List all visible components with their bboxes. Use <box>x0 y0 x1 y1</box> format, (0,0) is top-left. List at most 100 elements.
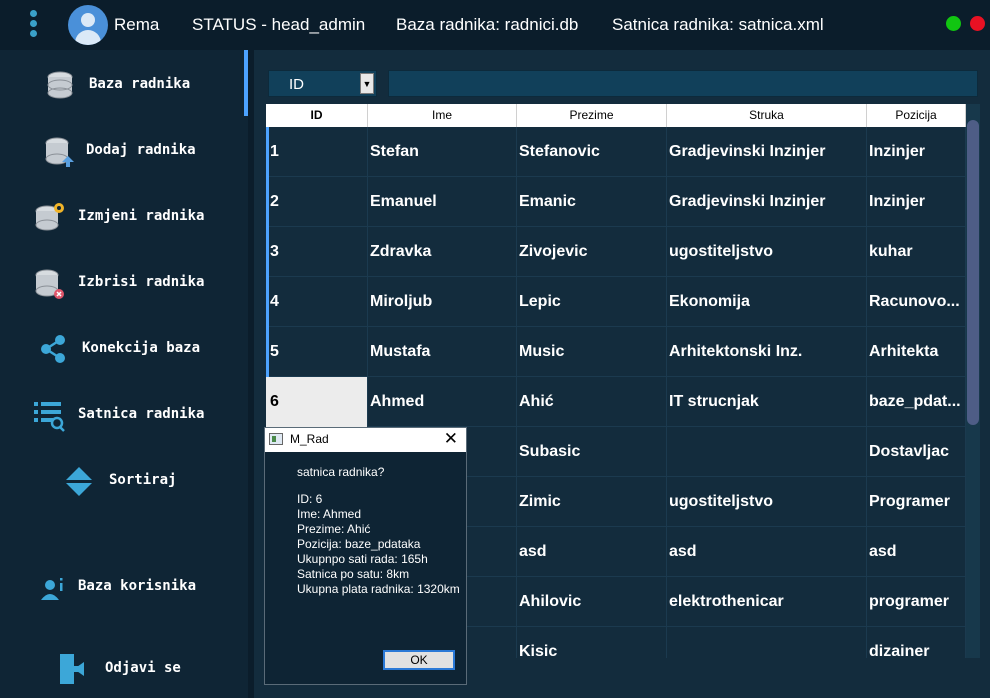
dialog-line: Prezime: Ahić <box>297 522 371 536</box>
column-header[interactable]: ID <box>266 104 368 127</box>
table-cell[interactable]: 1 <box>266 127 368 177</box>
database-add-icon <box>45 137 74 167</box>
table-cell[interactable]: 5 <box>266 327 368 377</box>
table-cell[interactable]: Subasic <box>517 427 667 477</box>
scrollbar-thumb[interactable] <box>967 120 979 425</box>
maximize-button[interactable] <box>946 16 961 31</box>
dialog-line: ID: 6 <box>297 492 323 506</box>
dialog-line: Satnica po satu: 8km <box>297 567 410 581</box>
table-cell[interactable]: elektrothenicar <box>667 577 867 627</box>
sidebar-item-label: Izmjeni radnika <box>78 208 205 224</box>
search-field-value: ID <box>289 76 304 93</box>
close-icon[interactable]: ✕ <box>444 429 458 449</box>
table-cell[interactable]: Ahmed <box>368 377 517 427</box>
table-cell[interactable]: 4 <box>266 277 368 327</box>
sidebar-item-satnica-radnika[interactable]: Satnica radnika <box>0 390 248 440</box>
table-cell[interactable]: kuhar <box>867 227 966 277</box>
column-header[interactable]: Prezime <box>517 104 667 127</box>
sidebar-item-sortiraj[interactable]: Sortiraj <box>0 456 248 506</box>
top-bar: Rema STATUS - head_admin Baza radnika: r… <box>0 0 990 50</box>
list-search-icon <box>34 402 65 432</box>
dialog-line: Ukupnpo sati rada: 165h <box>297 552 428 566</box>
table-cell[interactable]: Music <box>517 327 667 377</box>
dialog-line: Ukupna plata radnika: 1320km <box>297 582 460 596</box>
search-input[interactable] <box>388 70 978 97</box>
avatar[interactable] <box>68 5 108 45</box>
table-cell[interactable]: asd <box>867 527 966 577</box>
table-cell[interactable]: Zimic <box>517 477 667 527</box>
table-cell[interactable]: Mustafa <box>368 327 517 377</box>
user-name: Rema <box>114 15 160 34</box>
table-cell[interactable]: Inzinjer <box>867 177 966 227</box>
sidebar-item-odjavi-se[interactable]: Odjavi se <box>0 644 248 694</box>
app-icon <box>269 433 283 445</box>
table-row[interactable]: 6 Ahmed Ahić IT strucnjak baze_pdat... <box>266 377 966 427</box>
sidebar-item-label: Baza korisnika <box>78 578 197 594</box>
database-label: Baza radnika: radnici.db <box>396 15 579 34</box>
table-row[interactable]: 2 Emanuel Emanic Gradjevinski Inzinjer Inzin… <box>266 177 966 227</box>
table-cell[interactable]: baze_pdat... <box>867 377 966 427</box>
sidebar-item-izbrisi-radnika[interactable]: Izbrisi radnika <box>0 258 248 308</box>
column-header[interactable]: Pozicija <box>867 104 966 127</box>
table-cell[interactable]: Gradjevinski Inzinjer <box>667 177 867 227</box>
dialog-question: satnica radnika? <box>297 465 385 479</box>
table-cell[interactable]: Arhitekta <box>867 327 966 377</box>
table-cell[interactable]: Zivojevic <box>517 227 667 277</box>
share-icon <box>41 335 65 363</box>
table-cell[interactable]: 3 <box>266 227 368 277</box>
table-cell[interactable]: Ahić <box>517 377 667 427</box>
sort-icon <box>66 467 92 496</box>
close-button[interactable] <box>970 16 985 31</box>
database-icon <box>47 71 73 99</box>
search-field-select[interactable]: ID ▼ <box>268 70 377 97</box>
table-cell[interactable]: Miroljub <box>368 277 517 327</box>
dialog-line: Ime: Ahmed <box>297 507 362 521</box>
table-cell[interactable]: Inzinjer <box>867 127 966 177</box>
table-row[interactable]: 5 Mustafa Music Arhitektonski Inz. Arhitekta <box>266 327 966 377</box>
table-cell[interactable]: Gradjevinski Inzinjer <box>667 127 867 177</box>
table-cell[interactable]: Ekonomija <box>667 277 867 327</box>
sidebar-item-izmjeni-radnika[interactable]: Izmjeni radnika <box>0 192 248 242</box>
sidebar-item-baza-radnika[interactable]: Baza radnika <box>0 60 248 110</box>
table-cell[interactable]: Programer <box>867 477 966 527</box>
table-cell[interactable]: ugostiteljstvo <box>667 477 867 527</box>
table-cell[interactable]: 6 <box>266 377 368 427</box>
table-cell[interactable]: asd <box>667 527 867 577</box>
table-cell[interactable]: Dostavljac <box>867 427 966 477</box>
table-cell[interactable]: Zdravka <box>368 227 517 277</box>
chevron-down-icon[interactable]: ▼ <box>360 73 374 94</box>
table-cell[interactable]: programer <box>867 577 966 627</box>
dialog-line: Pozicija: baze_pdataka <box>297 537 421 551</box>
sidebar-item-konekcija-baza[interactable]: Konekcija baza <box>0 324 248 374</box>
table-cell[interactable]: Stefanovic <box>517 127 667 177</box>
table-row[interactable]: 4 Miroljub Lepic Ekonomija Racunovo... <box>266 277 966 327</box>
sidebar-item-label: Sortiraj <box>109 472 177 488</box>
info-dialog: M_Rad ✕ satnica radnika? ID: 6 Ime: Ahme… <box>264 427 467 685</box>
sidebar-item-dodaj-radnika[interactable]: Dodaj radnika <box>0 126 248 176</box>
table-cell[interactable]: dizainer <box>867 627 966 658</box>
table-cell[interactable] <box>667 627 867 658</box>
satnica-label: Satnica radnika: satnica.xml <box>612 15 824 34</box>
menu-icon[interactable] <box>27 10 39 40</box>
column-header[interactable]: Ime <box>368 104 517 127</box>
dialog-title: M_Rad <box>290 432 329 446</box>
table-cell[interactable]: Kisic <box>517 627 667 658</box>
table-row[interactable]: 3 Zdravka Zivojevic ugostiteljstvo kuhar <box>266 227 966 277</box>
table-cell[interactable] <box>667 427 867 477</box>
dialog-title-bar[interactable]: M_Rad ✕ <box>265 428 466 452</box>
table-cell[interactable]: Stefan <box>368 127 517 177</box>
table-cell[interactable]: Ahilovic <box>517 577 667 627</box>
table-cell[interactable]: Emanic <box>517 177 667 227</box>
ok-button[interactable]: OK <box>383 650 455 670</box>
table-cell[interactable]: ugostiteljstvo <box>667 227 867 277</box>
table-cell[interactable]: 2 <box>266 177 368 227</box>
table-cell[interactable]: asd <box>517 527 667 577</box>
table-cell[interactable]: IT strucnjak <box>667 377 867 427</box>
table-cell[interactable]: Emanuel <box>368 177 517 227</box>
table-cell[interactable]: Arhitektonski Inz. <box>667 327 867 377</box>
sidebar-item-baza-korisnika[interactable]: Baza korisnika <box>0 562 248 612</box>
table-row[interactable]: 1 Stefan Stefanovic Gradjevinski Inzinjer In… <box>266 127 966 177</box>
table-cell[interactable]: Racunovo... <box>867 277 966 327</box>
table-cell[interactable]: Lepic <box>517 277 667 327</box>
column-header[interactable]: Struka <box>667 104 867 127</box>
